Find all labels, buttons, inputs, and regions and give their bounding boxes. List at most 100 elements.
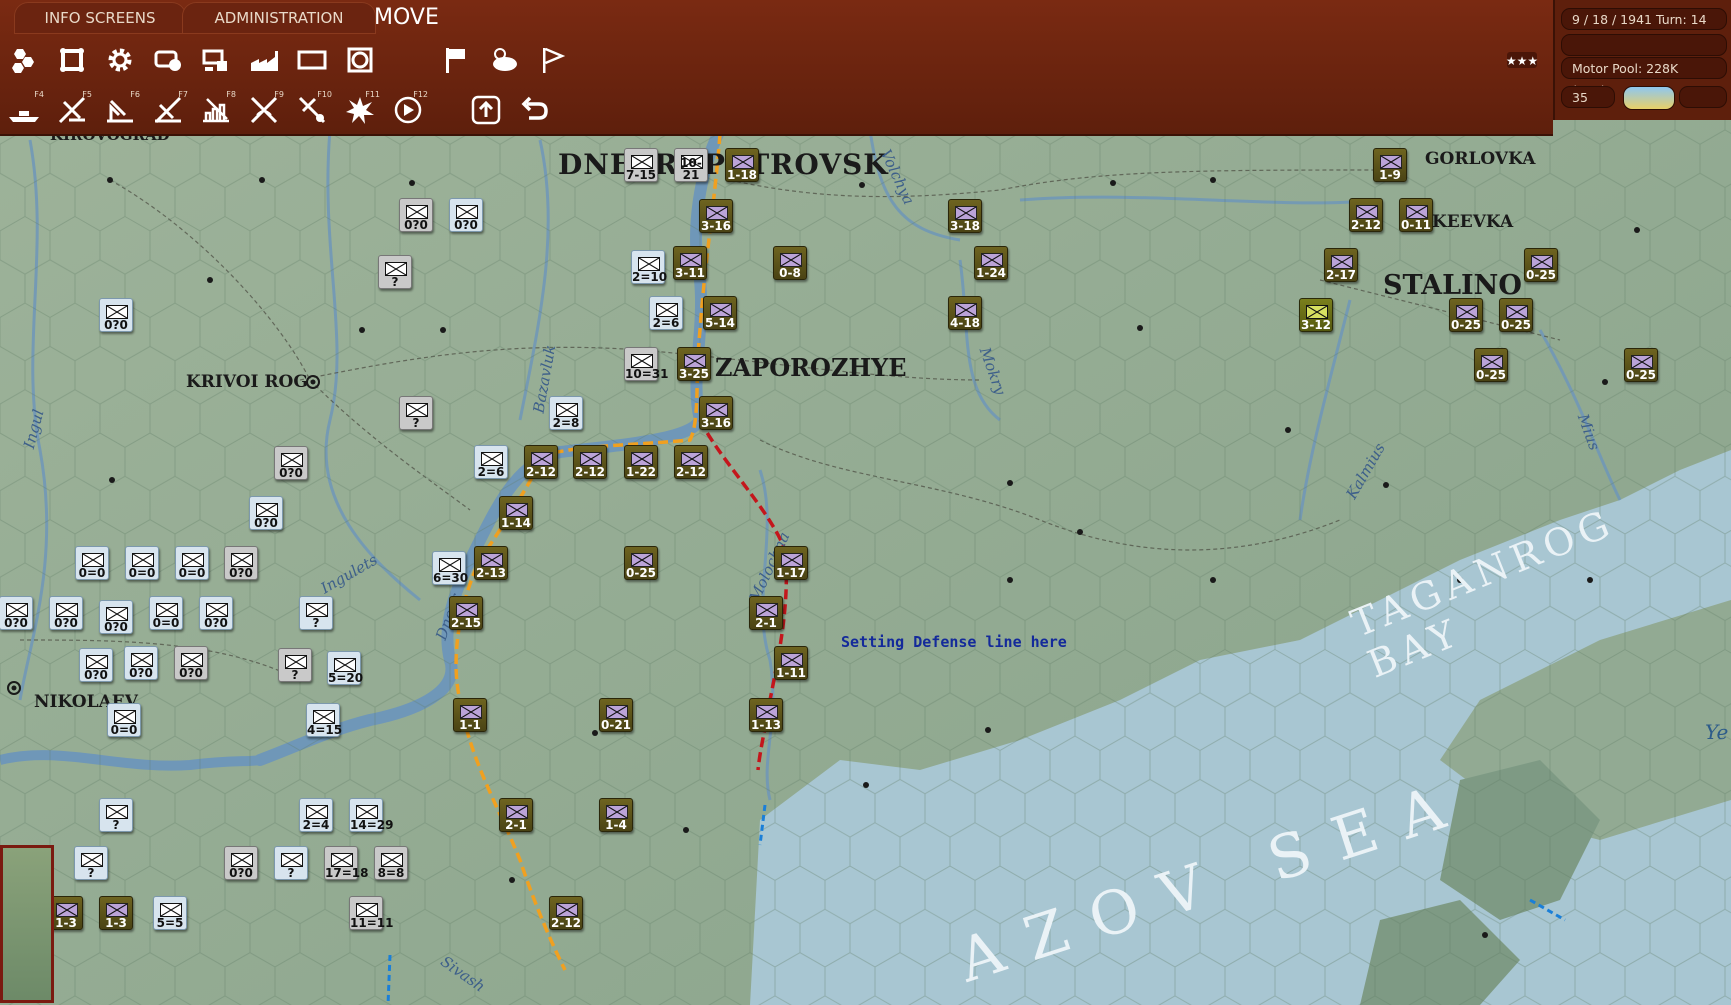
unit-counter[interactable]: 0=0 xyxy=(107,703,141,737)
unit-counter[interactable]: 2-12 xyxy=(674,445,708,479)
unit-counter[interactable]: 3-11 xyxy=(673,246,707,280)
naval-icon[interactable]: F4 xyxy=(4,90,44,130)
unit-counter[interactable]: 0-11 xyxy=(1399,198,1433,232)
unit-counter[interactable]: 0?0 xyxy=(49,596,83,630)
unit-counter[interactable]: 0?0 xyxy=(249,496,283,530)
unit-counter[interactable]: 6=30 xyxy=(432,551,468,585)
unit-counter[interactable]: ? xyxy=(299,596,333,630)
unit-counter[interactable]: ? xyxy=(274,846,308,880)
unit-counter[interactable]: 0?0 xyxy=(174,646,208,680)
unit-counter[interactable]: 3-18 xyxy=(948,199,982,233)
unit-counter[interactable]: 1-22 xyxy=(624,445,658,479)
unit-counter[interactable]: 0-25 xyxy=(624,546,658,580)
unit-counter[interactable]: 0?0 xyxy=(99,298,133,332)
supply-icon[interactable] xyxy=(148,40,188,80)
unit-counter[interactable]: 8=8 xyxy=(374,846,408,880)
unit-counter[interactable]: 0?0 xyxy=(124,646,158,680)
tab-info-screens[interactable]: INFO SCREENS xyxy=(14,2,186,34)
unit-counter[interactable]: ? xyxy=(99,798,133,832)
flag-icon[interactable] xyxy=(436,40,476,80)
unit-counter[interactable]: ? xyxy=(74,846,108,880)
unit-counter[interactable]: 1-13 xyxy=(749,698,783,732)
air-transfer-icon[interactable]: F7 xyxy=(148,90,188,130)
unit-counter[interactable]: 3-16 xyxy=(699,396,733,430)
unit-counter[interactable]: 2-12 xyxy=(524,445,558,479)
unit-counter[interactable]: 0?0 xyxy=(199,596,233,630)
minimap[interactable] xyxy=(0,845,54,1003)
unit-counter[interactable]: 11=11 xyxy=(349,896,393,930)
play-circle-icon[interactable]: F12 xyxy=(388,90,428,130)
unit-counter[interactable]: ? xyxy=(278,648,312,682)
unit-counter[interactable]: 0-25 xyxy=(1624,348,1658,382)
unit-counter[interactable]: 2=8 xyxy=(549,396,583,430)
unit-counter[interactable]: ? xyxy=(399,396,433,430)
counter-icon[interactable] xyxy=(292,40,332,80)
unit-counter[interactable]: 5-14 xyxy=(703,296,737,330)
hex-frame-icon[interactable] xyxy=(340,40,380,80)
unit-counter[interactable]: 1-11 xyxy=(774,646,808,680)
explosion-icon[interactable]: F11 xyxy=(340,90,380,130)
hex-cluster-icon[interactable] xyxy=(4,40,44,80)
unit-counter[interactable]: 0-21 xyxy=(599,698,633,732)
ground-attack-icon[interactable]: F6 xyxy=(100,90,140,130)
unit-counter[interactable]: 3-12 xyxy=(1299,298,1333,332)
tab-move-mode[interactable]: MOVE xyxy=(352,2,461,34)
unit-counter[interactable]: 5=5 xyxy=(153,896,187,930)
unit-counter[interactable]: 0=0 xyxy=(125,546,159,580)
unit-counter[interactable]: 1-9 xyxy=(1373,148,1407,182)
unit-counter[interactable]: 1-4 xyxy=(599,798,633,832)
weather-icon[interactable] xyxy=(484,40,524,80)
unit-counter[interactable]: 4-18 xyxy=(948,296,982,330)
frame-icon[interactable] xyxy=(52,40,92,80)
undo-icon[interactable] xyxy=(514,90,554,130)
unit-counter[interactable]: 2=6 xyxy=(474,445,508,479)
air-strike-icon[interactable]: F5 xyxy=(52,90,92,130)
unit-counter[interactable]: 1-3 xyxy=(99,896,133,930)
unit-counter[interactable]: 10=31 xyxy=(624,347,668,381)
unit-counter[interactable]: 0?0 xyxy=(449,198,483,232)
unit-counter[interactable]: 17=18 xyxy=(324,846,368,880)
unit-counter[interactable]: 7-15 xyxy=(624,148,658,182)
unit-counter[interactable]: 0-25 xyxy=(1474,348,1508,382)
unit-counter[interactable]: 0?0 xyxy=(99,600,133,634)
unit-counter[interactable]: 2=4 xyxy=(299,798,333,832)
unit-counter[interactable]: 10-21 xyxy=(674,148,708,182)
unit-counter[interactable]: 0-8 xyxy=(773,246,807,280)
unit-counter[interactable]: 3-16 xyxy=(699,199,733,233)
unit-counter[interactable]: 2-12 xyxy=(1349,198,1383,232)
unit-counter[interactable]: 0-25 xyxy=(1449,298,1483,332)
paradrop-icon[interactable]: F9 xyxy=(244,90,284,130)
unit-counter[interactable]: 5=20 xyxy=(327,651,363,685)
unit-counter[interactable]: ? xyxy=(378,255,412,289)
unit-counter[interactable]: 1-17 xyxy=(774,546,808,580)
unit-counter[interactable]: 2=6 xyxy=(649,296,683,330)
unit-counter[interactable]: 2-13 xyxy=(474,546,508,580)
unit-counter[interactable]: 2-1 xyxy=(499,798,533,832)
factory-icon[interactable] xyxy=(244,40,284,80)
unit-counter[interactable]: 0?0 xyxy=(224,846,258,880)
unit-counter[interactable]: 0-25 xyxy=(1499,298,1533,332)
unit-counter[interactable]: 2-12 xyxy=(549,896,583,930)
pennant-icon[interactable] xyxy=(532,40,572,80)
building-icon[interactable] xyxy=(196,40,236,80)
unit-counter[interactable]: 2-17 xyxy=(1324,248,1358,282)
unit-counter[interactable]: 4=15 xyxy=(306,703,342,737)
interdiction-icon[interactable]: F8 xyxy=(196,90,236,130)
unit-counter[interactable]: 2=10 xyxy=(631,250,667,284)
upload-icon[interactable] xyxy=(466,90,506,130)
unit-counter[interactable]: 14=29 xyxy=(349,798,393,832)
unit-counter[interactable]: 0=0 xyxy=(175,546,209,580)
unit-counter[interactable]: 3-25 xyxy=(677,347,711,381)
unit-counter[interactable]: 2-15 xyxy=(449,596,483,630)
unit-counter[interactable]: 2-1 xyxy=(749,596,783,630)
unit-counter[interactable]: 1-24 xyxy=(974,246,1008,280)
bomb-icon[interactable]: F10 xyxy=(292,90,332,130)
tab-administration[interactable]: ADMINISTRATION xyxy=(182,2,376,34)
unit-counter[interactable]: 0?0 xyxy=(0,596,33,630)
unit-counter[interactable]: 0=0 xyxy=(149,596,183,630)
rank-stars-icon[interactable]: ★★★ xyxy=(1502,40,1542,80)
unit-counter[interactable]: 1-18 xyxy=(725,148,759,182)
unit-counter[interactable]: 0?0 xyxy=(399,198,433,232)
unit-counter[interactable]: 0-25 xyxy=(1524,248,1558,282)
unit-counter[interactable]: 1-1 xyxy=(453,698,487,732)
